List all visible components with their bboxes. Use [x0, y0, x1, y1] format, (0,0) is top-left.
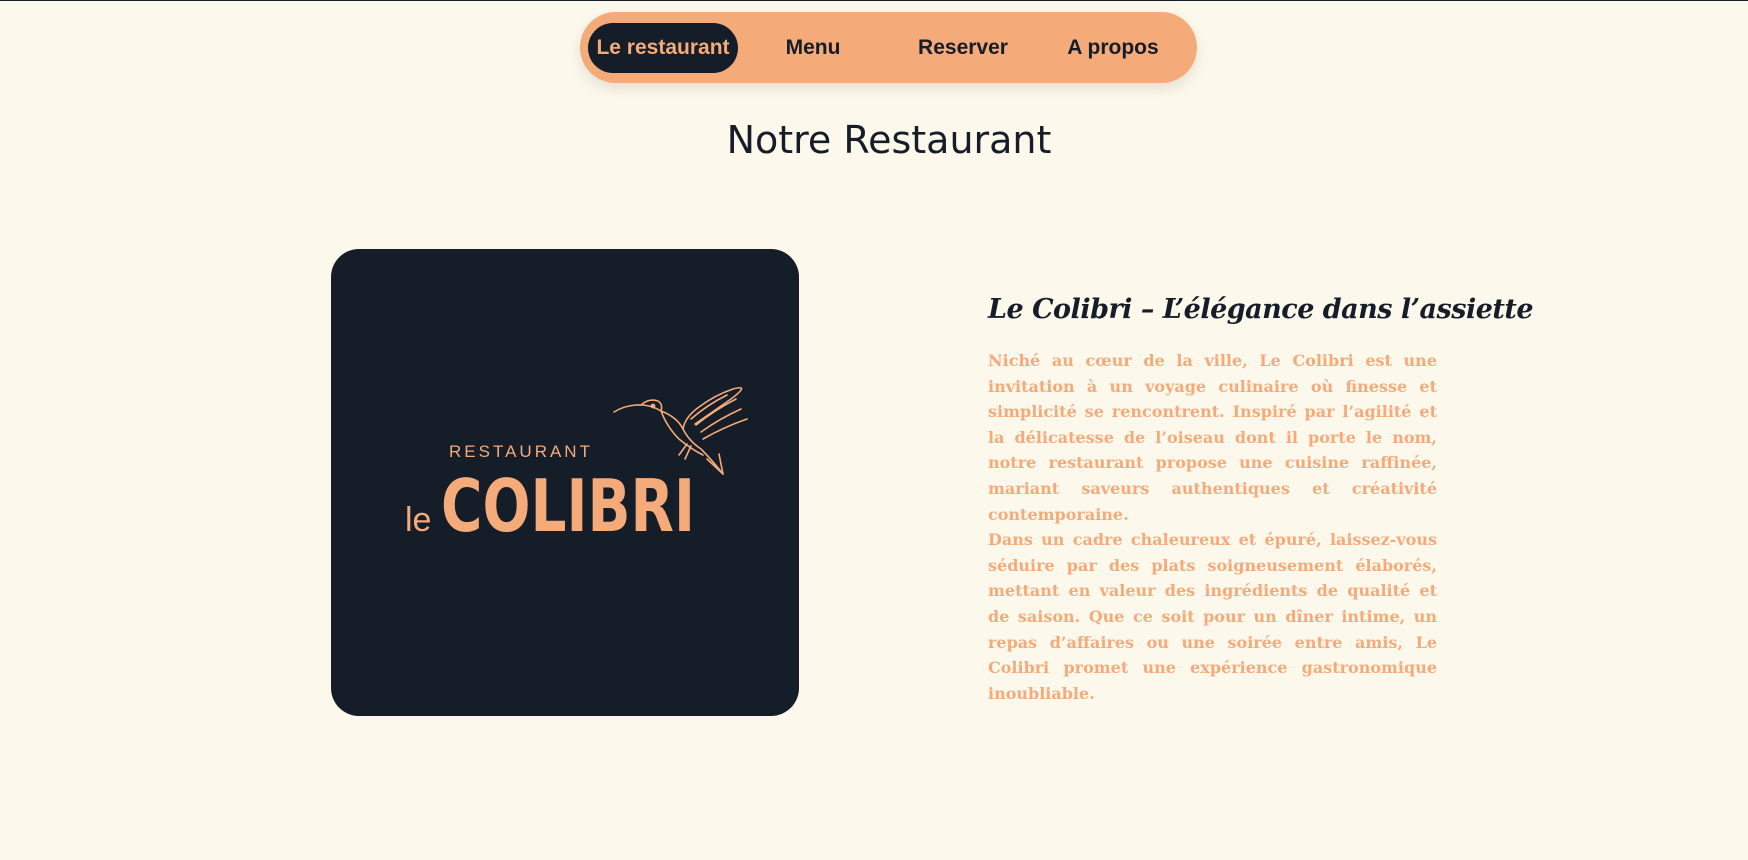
logo-graphic: RESTAURANT le COLIBRI [405, 386, 748, 548]
about-heading: Le Colibri – L’élégance dans l’assiette [988, 294, 1534, 325]
logo-name: COLIBRI [441, 464, 695, 548]
about-paragraph-1: Niché au cœur de la ville, Le Colibri es… [988, 351, 1437, 524]
page-title: Notre Restaurant [726, 118, 1052, 162]
about-paragraph-2: Dans un cadre chaleureux et épuré, laiss… [988, 530, 1437, 703]
logo-small-text: RESTAURANT [449, 442, 593, 461]
logo-prefix: le [405, 501, 431, 539]
main-nav: Le restaurant Menu Reserver A propos [580, 12, 1197, 83]
nav-item-le-restaurant[interactable]: Le restaurant [588, 22, 738, 73]
nav-item-a-propos[interactable]: A propos [1038, 23, 1188, 73]
top-border [0, 0, 1748, 1]
hummingbird-icon [613, 386, 748, 475]
nav-item-reserver[interactable]: Reserver [888, 23, 1038, 73]
nav-item-menu[interactable]: Menu [738, 23, 888, 73]
restaurant-logo: RESTAURANT le COLIBRI [331, 249, 799, 716]
about-section: Le Colibri – L’élégance dans l’assiette … [988, 292, 1534, 706]
